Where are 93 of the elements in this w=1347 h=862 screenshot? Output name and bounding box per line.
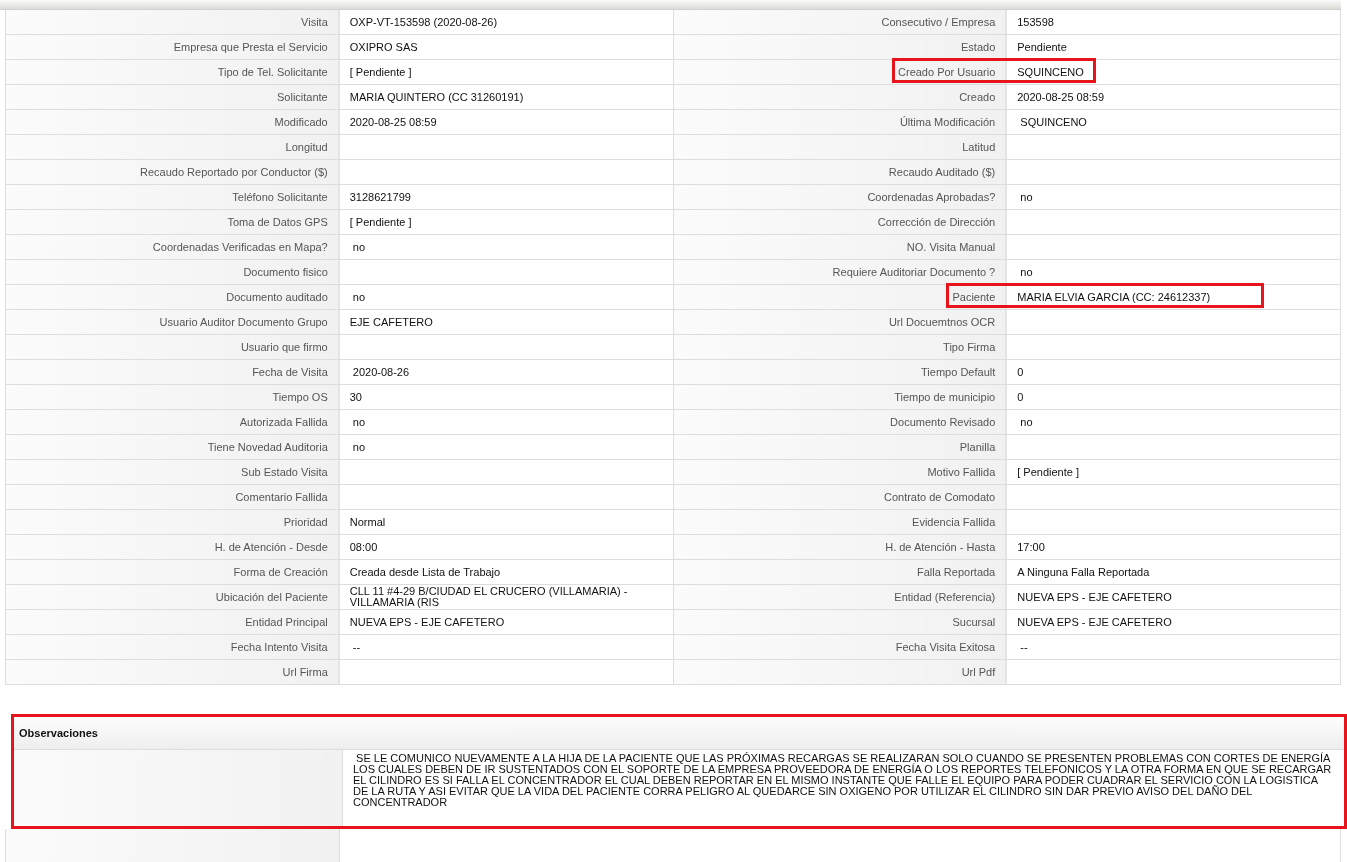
field-label: Fecha Visita Exitosa [673, 635, 1008, 659]
field-label: Documento Revisado [673, 410, 1008, 434]
field-label: Teléfono Solicitante [6, 185, 340, 209]
field-value: no [1019, 416, 1033, 428]
field-label: Toma de Datos GPS [6, 210, 340, 234]
field-label: Empresa que Presta el Servicio [6, 35, 340, 59]
field-value: Pendiente [1017, 41, 1067, 53]
field-label: Recaudo Auditado ($) [673, 160, 1008, 184]
field-label: Requiere Auditoriar Documento ? [673, 260, 1008, 284]
field-label: Creado [673, 85, 1008, 109]
field-value: no [351, 416, 366, 428]
field-value: 17:00 [1017, 541, 1045, 553]
field-label: Solicitante [6, 85, 340, 109]
field-value: SQUINCENO [1019, 116, 1087, 128]
field-label: Latitud [673, 135, 1008, 159]
field-value: NUEVA EPS - EJE CAFETERO [1017, 616, 1172, 628]
field-label: Modificado [6, 110, 340, 134]
field-value: 2020-08-25 08:59 [1017, 91, 1105, 103]
field-label: Recaudo Reportado por Conductor ($) [6, 160, 340, 184]
field-label: Contrato de Comodato [673, 485, 1008, 509]
field-label: Documento fisico [6, 260, 340, 284]
field-label: Coordenadas Verificadas en Mapa? [6, 235, 340, 259]
field-label: Entidad (Referencia) [673, 585, 1008, 609]
field-value: no [1019, 266, 1033, 278]
field-value: no [1019, 191, 1033, 203]
field-label: Última Modificación [673, 110, 1008, 134]
field-label: Creado Por Usuario [673, 60, 1008, 84]
field-value: MARIA QUINTERO (CC 31260191) [349, 91, 524, 103]
field-label: Documento auditado [6, 285, 340, 309]
field-label: H. de Atención - Desde [6, 535, 340, 559]
field-label: Url Pdf [673, 660, 1008, 684]
field-label: Entidad Principal [6, 610, 340, 634]
field-label: Tiempo Default [673, 360, 1008, 384]
field-label: Usuario que firmo [6, 335, 340, 359]
observation-text: SE LE COMUNICO NUEVAMENTE A LA HIJA DE LA PACIENTE QUE LAS PRÓXIMAS RECARGAS SE REALIZARAN SOLO CUANDO SE PRESENTEN PROBLEMAS CON CORTES DE ENERGÍA LOS CUALES DEBEN DE IR SUSTENTADOS CON EL SOPORTE DE LA EMPRESA PROVEEDORA DE ENERGÍA O LOS REPORTES TELEFONICOS Y LA OTRA FORMA EN QUE SE RECARGAR EL CILINDRO ES SI FALLA EL CONCENTRADOR EL CUAL DEBEN REPORTAR EN EL MISMO INSTANTE QUE FALLE EL EQUIPO PARA PODER CUADRAR EL SERVICIO CON LA LOGISTICA DE LA RUTA Y ASI EVITAR QUE LA VIDA DEL PACIENTE CORRA PELIGRO AL QUEDARCE SIN OXIGENO POR UTILIZAR EL CILINDRO SIN DAR PREVIO AVISO DEL DAÑO DEL CONCENTRADOR [353, 753, 1333, 808]
field-value: OXP-VT-153598 (2020-08-26) [349, 16, 498, 28]
field-value: [ Pendiente ] [1017, 466, 1080, 478]
field-label: Fecha Intento Visita [6, 635, 340, 659]
field-value: CLL 11 #4-29 B/CIUDAD EL CRUCERO (VILLAMARIA) - VILLAMARIA (RIS [349, 586, 629, 608]
field-label: Autorizada Fallida [6, 410, 340, 434]
field-label: Estado [673, 35, 1008, 59]
field-value: Normal [349, 516, 386, 528]
field-label: NO. Visita Manual [673, 235, 1008, 259]
field-label: Corrección de Dirección [673, 210, 1008, 234]
field-value: Creada desde Lista de Trabajo [349, 566, 501, 578]
field-value: 2020-08-25 08:59 [349, 116, 437, 128]
field-label: Evidencia Fallida [673, 510, 1008, 534]
field-value: 0 [1017, 366, 1024, 378]
field-value: no [351, 291, 366, 303]
section-title: Observaciones [19, 727, 98, 739]
field-label: Usuario Auditor Documento Grupo [6, 310, 340, 334]
field-label: Sub Estado Visita [6, 460, 340, 484]
field-value: 0 [1017, 391, 1024, 403]
field-value: [ Pendiente ] [349, 66, 412, 78]
field-value: 30 [349, 391, 362, 403]
field-label: Longitud [6, 135, 340, 159]
field-label: Visita [6, 10, 340, 34]
field-value: NUEVA EPS - EJE CAFETERO [349, 616, 505, 628]
field-value: EJE CAFETERO [349, 316, 433, 328]
field-label: Paciente [673, 285, 1008, 309]
field-label: Forma de Creación [6, 560, 340, 584]
field-label: Tiene Novedad Auditoria [6, 435, 340, 459]
field-value: [ Pendiente ] [349, 216, 412, 228]
field-label: Tipo de Tel. Solicitante [6, 60, 340, 84]
field-label: Fecha de Visita [6, 360, 340, 384]
field-value: OXIPRO SAS [349, 41, 418, 53]
field-value: 08:00 [349, 541, 378, 553]
field-label: Prioridad [6, 510, 340, 534]
field-label: Consecutivo / Empresa [673, 10, 1008, 34]
field-label: Url Docuemtnos OCR [673, 310, 1008, 334]
field-label: Falla Reportada [673, 560, 1008, 584]
field-value: 3128621799 [349, 191, 411, 203]
field-value: A Ninguna Falla Reportada [1017, 566, 1150, 578]
field-value: no [351, 441, 366, 453]
field-label: Planilla [673, 435, 1008, 459]
field-value: no [351, 241, 366, 253]
field-label: Ubicación del Paciente [6, 585, 340, 609]
field-value: NUEVA EPS - EJE CAFETERO [1017, 591, 1172, 603]
field-label: Url Firma [6, 660, 340, 684]
field-label: Tiempo de municipio [673, 385, 1008, 409]
field-value: 153598 [1017, 16, 1054, 28]
field-value: -- [1019, 641, 1028, 653]
field-label: Tipo Firma [673, 335, 1008, 359]
field-label: Coordenadas Aprobadas? [673, 185, 1008, 209]
field-value: -- [351, 641, 361, 653]
field-label: H. de Atención - Hasta [673, 535, 1008, 559]
field-value: 2020-08-26 [351, 366, 410, 378]
field-label: Comentario Fallida [6, 485, 340, 509]
field-value: SQUINCENO [1017, 66, 1084, 78]
field-value: MARIA ELVIA GARCIA (CC: 24612337) [1017, 291, 1211, 303]
field-label: Sucursal [673, 610, 1008, 634]
field-label: Motivo Fallida [673, 460, 1008, 484]
field-label: Tiempo OS [6, 385, 340, 409]
